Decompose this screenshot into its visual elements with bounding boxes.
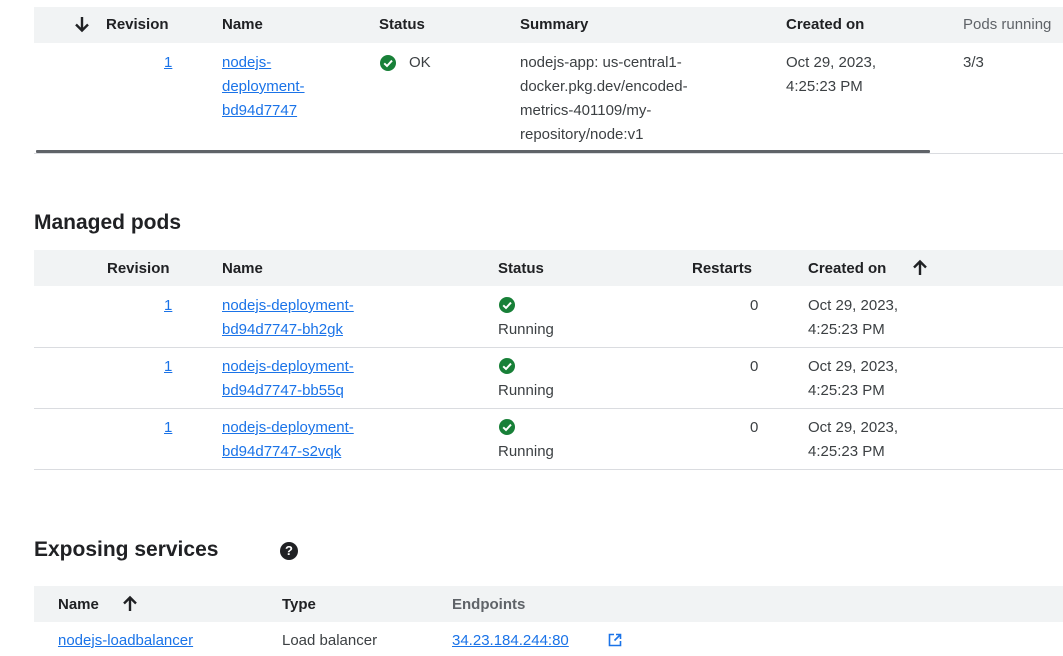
exposing-services-title: Exposing services <box>34 538 219 561</box>
revision-name-link-line-3[interactable]: bd94d7747 <box>222 99 297 122</box>
revisions-header-revision[interactable]: Revision <box>106 16 169 33</box>
row-divider <box>34 408 1063 409</box>
pod-created-line-2: 4:25:23 PM <box>808 321 885 338</box>
revision-summary-line-2: docker.pkg.dev/encoded- <box>520 78 688 95</box>
revision-name-link-line-2[interactable]: deployment- <box>222 75 305 98</box>
pod-revision-link[interactable]: 1 <box>164 294 172 317</box>
revision-link[interactable]: 1 <box>164 51 172 74</box>
pod-status: Running <box>498 443 554 460</box>
revisions-header-name[interactable]: Name <box>222 16 263 33</box>
pod-restarts: 0 <box>750 358 759 375</box>
pod-revision-link[interactable]: 1 <box>164 355 172 378</box>
services-header-endpoints: Endpoints <box>452 596 526 613</box>
help-icon[interactable]: ? <box>280 542 298 560</box>
check-circle-icon <box>499 297 515 313</box>
pod-revision-link[interactable]: 1 <box>164 416 172 439</box>
revisions-header-pods-running[interactable]: Pods running <box>963 16 1051 33</box>
pod-name-link-line-2[interactable]: bd94d7747-bb55q <box>222 379 344 402</box>
check-circle-icon <box>380 55 396 71</box>
row-divider <box>34 153 1063 154</box>
pod-created-line-1: Oct 29, 2023, <box>808 297 899 314</box>
revision-pods-running: 3/3 <box>963 54 984 71</box>
services-header-type[interactable]: Type <box>282 596 316 613</box>
pod-created-line-1: Oct 29, 2023, <box>808 419 899 436</box>
arrow-down-icon[interactable] <box>74 15 90 38</box>
pod-created-line-2: 4:25:23 PM <box>808 382 885 399</box>
pods-header-status[interactable]: Status <box>498 260 544 277</box>
pod-restarts: 0 <box>750 297 759 314</box>
pod-name-link-line-1[interactable]: nodejs-deployment- <box>222 294 354 317</box>
open-in-new-icon[interactable] <box>608 633 622 652</box>
pods-header-created-on[interactable]: Created on <box>808 260 886 277</box>
services-header-row <box>34 586 1063 622</box>
arrow-up-icon[interactable] <box>912 259 928 282</box>
pods-header-name[interactable]: Name <box>222 260 263 277</box>
row-divider <box>34 469 1063 470</box>
revision-created-line-1: Oct 29, 2023, <box>786 54 877 71</box>
revisions-header-status[interactable]: Status <box>379 16 425 33</box>
pod-status: Running <box>498 321 554 338</box>
pod-status: Running <box>498 382 554 399</box>
service-type: Load balancer <box>282 632 378 649</box>
services-header-name[interactable]: Name <box>58 596 99 613</box>
revision-name-link-line-1[interactable]: nodejs- <box>222 51 271 74</box>
revision-created-line-2: 4:25:23 PM <box>786 78 863 95</box>
pod-name-link-line-2[interactable]: bd94d7747-s2vqk <box>222 440 341 463</box>
pod-name-link-line-1[interactable]: nodejs-deployment- <box>222 355 354 378</box>
pods-header-restarts[interactable]: Restarts <box>692 260 752 277</box>
row-divider <box>34 347 1063 348</box>
pods-header-revision[interactable]: Revision <box>107 260 170 277</box>
service-endpoint-link[interactable]: 34.23.184.244:80 <box>452 629 569 652</box>
pod-created-line-2: 4:25:23 PM <box>808 443 885 460</box>
horizontal-scrollbar[interactable] <box>36 150 930 153</box>
revisions-header-summary[interactable]: Summary <box>520 16 588 33</box>
check-circle-icon <box>499 419 515 435</box>
revision-summary-line-4: repository/node:v1 <box>520 126 644 143</box>
revision-summary-line-1: nodejs-app: us-central1- <box>520 54 682 71</box>
arrow-up-icon[interactable] <box>122 595 138 618</box>
pod-created-line-1: Oct 29, 2023, <box>808 358 899 375</box>
revision-summary-line-3: metrics-401109/my- <box>520 102 652 119</box>
pod-restarts: 0 <box>750 419 759 436</box>
check-circle-icon <box>499 358 515 374</box>
pod-name-link-line-2[interactable]: bd94d7747-bh2gk <box>222 318 343 341</box>
service-name-link[interactable]: nodejs-loadbalancer <box>58 629 193 652</box>
revision-status: OK <box>409 54 431 71</box>
managed-pods-title: Managed pods <box>34 211 182 234</box>
pod-name-link-line-1[interactable]: nodejs-deployment- <box>222 416 354 439</box>
managed-pods-header-row <box>34 250 1063 286</box>
revisions-header-created-on[interactable]: Created on <box>786 16 864 33</box>
